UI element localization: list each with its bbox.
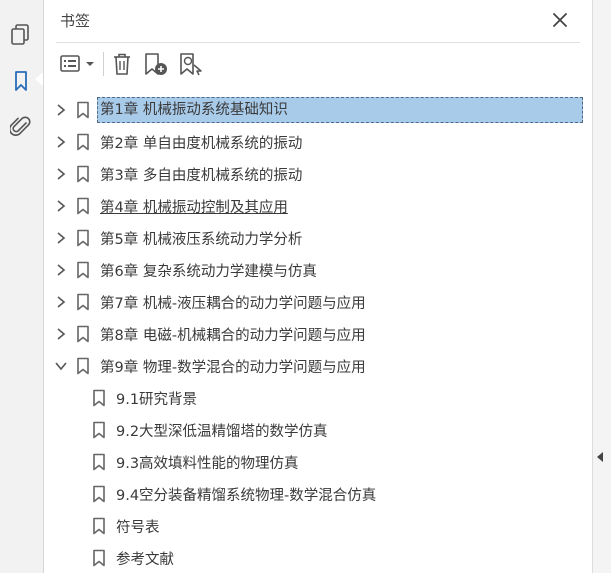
- bookmark-item[interactable]: 第5章 机械液压系统动力学分析: [44, 223, 592, 253]
- collapse-arrow-icon[interactable]: [597, 452, 603, 462]
- bookmark-label: 第7章 机械-液压耦合的动力学问题与应用: [100, 296, 366, 312]
- delete-bookmark-button[interactable]: [110, 50, 134, 78]
- bookmark-label: 9.3高效填料性能的物理仿真: [116, 456, 299, 472]
- bookmark-subitem[interactable]: 符号表: [44, 511, 592, 541]
- chevron-right-icon[interactable]: [54, 231, 68, 245]
- chevron-right-icon[interactable]: [54, 295, 68, 309]
- bookmark-label: 符号表: [116, 520, 160, 536]
- chevron-down-icon[interactable]: [54, 359, 68, 373]
- divider: [56, 42, 580, 43]
- bookmark-label: 第1章 机械振动系统基础知识: [97, 97, 583, 123]
- bookmark-icon: [92, 485, 106, 503]
- bookmark-label: 第8章 电磁-机械耦合的动力学问题与应用: [100, 328, 366, 344]
- bookmark-item[interactable]: 第8章 电磁-机械耦合的动力学问题与应用: [44, 319, 592, 349]
- new-bookmark-icon: [145, 53, 167, 75]
- bookmark-icon: [76, 261, 90, 279]
- chevron-right-icon[interactable]: [54, 135, 68, 149]
- bookmark-subitem[interactable]: 9.4空分装备精馏系统物理-数学混合仿真: [44, 479, 592, 509]
- bookmark-search-icon: [180, 53, 202, 76]
- bookmark-icon: [92, 421, 106, 439]
- chevron-right-icon[interactable]: [54, 263, 68, 277]
- bookmark-subitem[interactable]: 9.1研究背景: [44, 383, 592, 413]
- bookmark-item[interactable]: 第7章 机械-液压耦合的动力学问题与应用: [44, 287, 592, 317]
- bookmark-icon: [92, 549, 106, 567]
- bookmark-label: 第3章 多自由度机械系统的振动: [100, 168, 303, 184]
- bookmark-label: 9.4空分装备精馏系统物理-数学混合仿真: [116, 488, 377, 504]
- panel-title: 书签: [60, 12, 91, 30]
- bookmark-icon: [76, 357, 90, 375]
- options-menu-button[interactable]: [58, 50, 98, 78]
- bookmarks-panel: 书签 第1章 机械振动系统基础知识 第2章 单自由度机械系统的振动 第3章 多自…: [44, 0, 592, 573]
- bookmark-subitem[interactable]: 9.2大型深低温精馏塔的数学仿真: [44, 415, 592, 445]
- bookmark-label: 9.1研究背景: [116, 392, 198, 408]
- bookmark-subitem[interactable]: 9.3高效填料性能的物理仿真: [44, 447, 592, 477]
- bookmark-label: 参考文献: [116, 552, 174, 568]
- chevron-right-icon[interactable]: [54, 103, 68, 117]
- panel-collapse-strip[interactable]: [592, 0, 611, 573]
- bookmark-item[interactable]: 第6章 复杂系统动力学建模与仿真: [44, 255, 592, 285]
- bookmark-icon[interactable]: [8, 68, 34, 94]
- bookmark-search-button[interactable]: [178, 50, 204, 78]
- options-menu-icon: [60, 55, 94, 72]
- attachment-icon[interactable]: [8, 114, 34, 140]
- bookmark-item[interactable]: 第1章 机械振动系统基础知识: [44, 95, 592, 125]
- bookmark-label: 9.2大型深低温精馏塔的数学仿真: [116, 424, 328, 440]
- delete-icon: [114, 53, 130, 75]
- chevron-right-icon[interactable]: [54, 327, 68, 341]
- bookmark-subitem[interactable]: 参考文献: [44, 543, 592, 573]
- bookmark-icon: [76, 229, 90, 247]
- toolbar-separator: [103, 52, 104, 76]
- bookmark-label: 第6章 复杂系统动力学建模与仿真: [100, 264, 317, 280]
- bookmark-icon: [76, 165, 90, 183]
- bookmark-icon: [76, 325, 90, 343]
- bookmark-label: 第9章 物理-数学混合的动力学问题与应用: [100, 360, 366, 376]
- bookmark-icon: [76, 101, 90, 119]
- navigation-rail: [0, 0, 44, 573]
- bookmark-icon: [76, 293, 90, 311]
- bookmark-label: 第5章 机械液压系统动力学分析: [100, 232, 303, 248]
- bookmark-item[interactable]: 第3章 多自由度机械系统的振动: [44, 159, 592, 189]
- bookmark-icon: [92, 517, 106, 535]
- pages-icon[interactable]: [8, 22, 34, 48]
- bookmark-item[interactable]: 第9章 物理-数学混合的动力学问题与应用: [44, 351, 592, 381]
- chevron-right-icon[interactable]: [54, 199, 68, 213]
- bookmark-icon: [76, 197, 90, 215]
- chevron-right-icon[interactable]: [54, 167, 68, 181]
- bookmark-item[interactable]: 第4章 机械振动控制及其应用: [44, 191, 592, 221]
- bookmark-label: 第4章 机械振动控制及其应用: [100, 200, 288, 216]
- active-tab-pointer: [35, 72, 43, 86]
- bookmark-icon: [92, 453, 106, 471]
- bookmark-icon: [76, 133, 90, 151]
- bookmark-item[interactable]: 第2章 单自由度机械系统的振动: [44, 127, 592, 157]
- bookmark-icon: [92, 389, 106, 407]
- close-icon: [553, 13, 567, 27]
- close-button[interactable]: [549, 9, 571, 31]
- bookmark-label: 第2章 单自由度机械系统的振动: [100, 136, 303, 152]
- new-bookmark-button[interactable]: [143, 50, 169, 78]
